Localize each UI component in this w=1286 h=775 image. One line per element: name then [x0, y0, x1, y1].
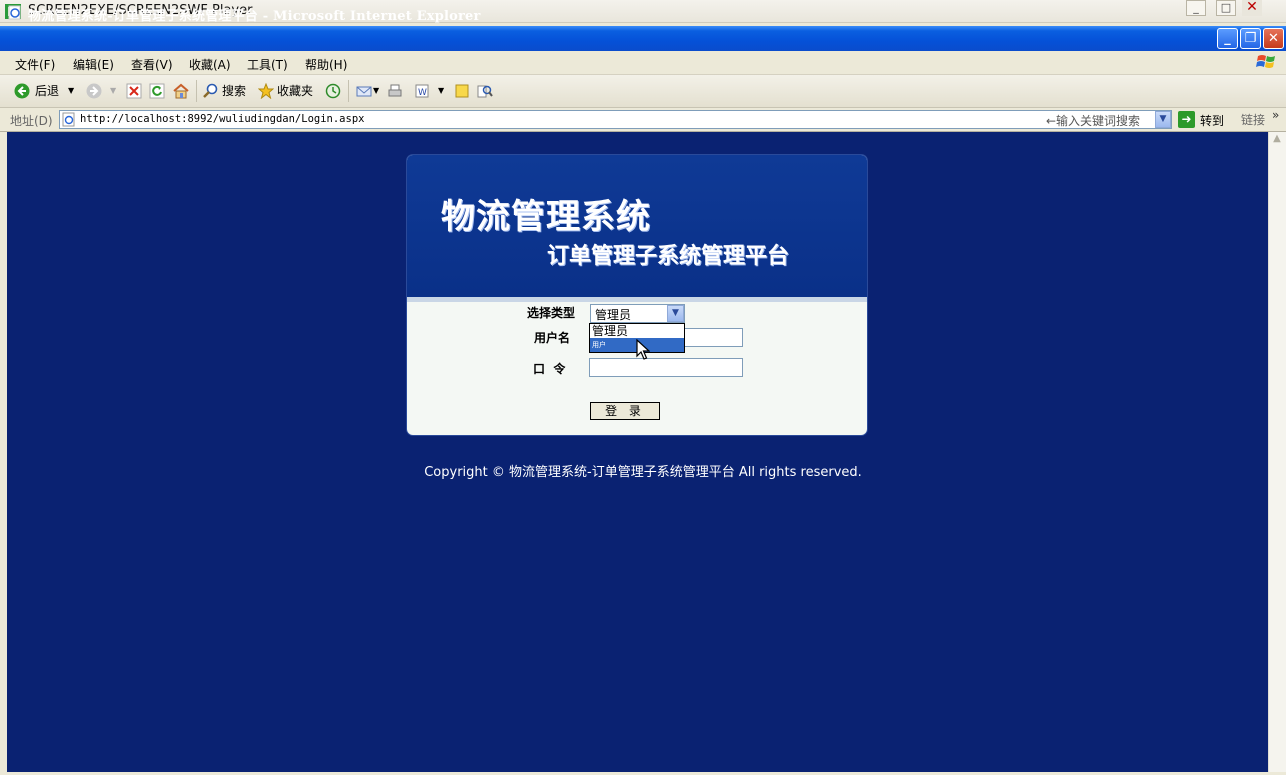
toolbar	[0, 75, 1286, 108]
type-label: 选择类型	[527, 306, 576, 320]
toolbar-separator	[196, 80, 197, 102]
mail-dropdown-icon[interactable]: ▼	[373, 86, 379, 95]
research-icon[interactable]	[477, 83, 493, 99]
search-button[interactable]: 搜索	[222, 82, 246, 99]
login-button[interactable]: 登 录	[590, 402, 660, 420]
type-selected-value[interactable]: 管理员	[595, 306, 631, 323]
search-icon[interactable]	[203, 83, 219, 99]
address-dropdown-icon[interactable]: ▼	[1155, 111, 1171, 128]
links-button[interactable]: 链接	[1241, 111, 1265, 128]
chevron-down-icon[interactable]: ▼	[667, 305, 684, 322]
menu-tools[interactable]: 工具(T)	[247, 56, 288, 73]
page-icon	[62, 112, 75, 127]
forward-dropdown-icon[interactable]: ▼	[110, 86, 116, 95]
ie-page-icon	[8, 5, 21, 20]
menu-edit[interactable]: 编辑(E)	[73, 56, 114, 73]
window-border	[0, 132, 7, 772]
minimize-button[interactable]: _	[1217, 28, 1238, 49]
login-panel: 物流管理系统 订单管理子系统管理平台 选择类型 管理员 ▼ 用户名 口 令 登 …	[407, 155, 867, 435]
back-dropdown-icon[interactable]: ▼	[68, 86, 74, 95]
menu-help[interactable]: 帮助(H)	[305, 56, 347, 73]
username-label: 用户名	[534, 331, 571, 345]
back-arrow-icon[interactable]	[14, 83, 30, 99]
keyword-search-hint[interactable]: ←输入关键词搜索	[1046, 112, 1140, 129]
address-url[interactable]: http://localhost:8992/wuliudingdan/Login…	[80, 113, 364, 125]
mail-icon[interactable]	[356, 83, 372, 99]
menu-favorites[interactable]: 收藏(A)	[189, 56, 231, 73]
print-icon[interactable]	[387, 83, 403, 99]
forward-arrow-icon[interactable]	[86, 83, 102, 99]
system-subtitle: 订单管理子系统管理平台	[547, 244, 790, 269]
system-title: 物流管理系统	[441, 197, 651, 237]
password-label: 口 令	[533, 362, 566, 376]
window-title: 物流管理系统-订单管理子系统管理平台 - Microsoft Internet …	[28, 9, 481, 24]
favorites-button[interactable]: 收藏夹	[277, 82, 313, 99]
refresh-icon[interactable]	[149, 83, 165, 99]
player-close-button[interactable]: ✕	[1242, 0, 1262, 16]
svg-text:W: W	[418, 88, 427, 98]
close-button[interactable]: ✕	[1263, 28, 1284, 49]
header-divider	[407, 297, 867, 302]
player-maximize-button[interactable]: □	[1216, 0, 1236, 16]
ie-title-bar	[0, 26, 1286, 51]
edit-word-icon[interactable]: W	[414, 83, 430, 99]
edit-dropdown-icon[interactable]: ▼	[438, 86, 444, 95]
go-arrow-icon[interactable]: ➜	[1178, 111, 1195, 128]
windows-flag-icon	[1256, 55, 1275, 68]
type-option-admin[interactable]: 管理员	[590, 324, 684, 338]
favorites-star-icon[interactable]	[258, 83, 274, 99]
stop-icon[interactable]	[126, 83, 142, 99]
history-icon[interactable]	[325, 83, 341, 99]
copyright-footer: Copyright © 物流管理系统-订单管理子系统管理平台 All right…	[424, 465, 862, 480]
discuss-note-icon[interactable]	[454, 83, 470, 99]
menu-file[interactable]: 文件(F)	[15, 56, 55, 73]
scroll-up-icon[interactable]: ▲	[1269, 133, 1285, 149]
back-button[interactable]: 后退	[35, 82, 59, 99]
toolbar-separator	[348, 80, 349, 102]
address-label: 地址(D)	[10, 114, 53, 128]
restore-button[interactable]: ❐	[1240, 28, 1261, 49]
home-icon[interactable]	[173, 83, 189, 99]
player-minimize-button[interactable]: _	[1186, 0, 1206, 16]
mouse-cursor-icon	[636, 339, 650, 360]
chevron-right-icon[interactable]: »	[1272, 108, 1279, 122]
menu-view[interactable]: 查看(V)	[131, 56, 173, 73]
go-button[interactable]: 转到	[1200, 112, 1224, 129]
password-input[interactable]	[589, 358, 743, 377]
vertical-scrollbar[interactable]	[1268, 132, 1286, 772]
